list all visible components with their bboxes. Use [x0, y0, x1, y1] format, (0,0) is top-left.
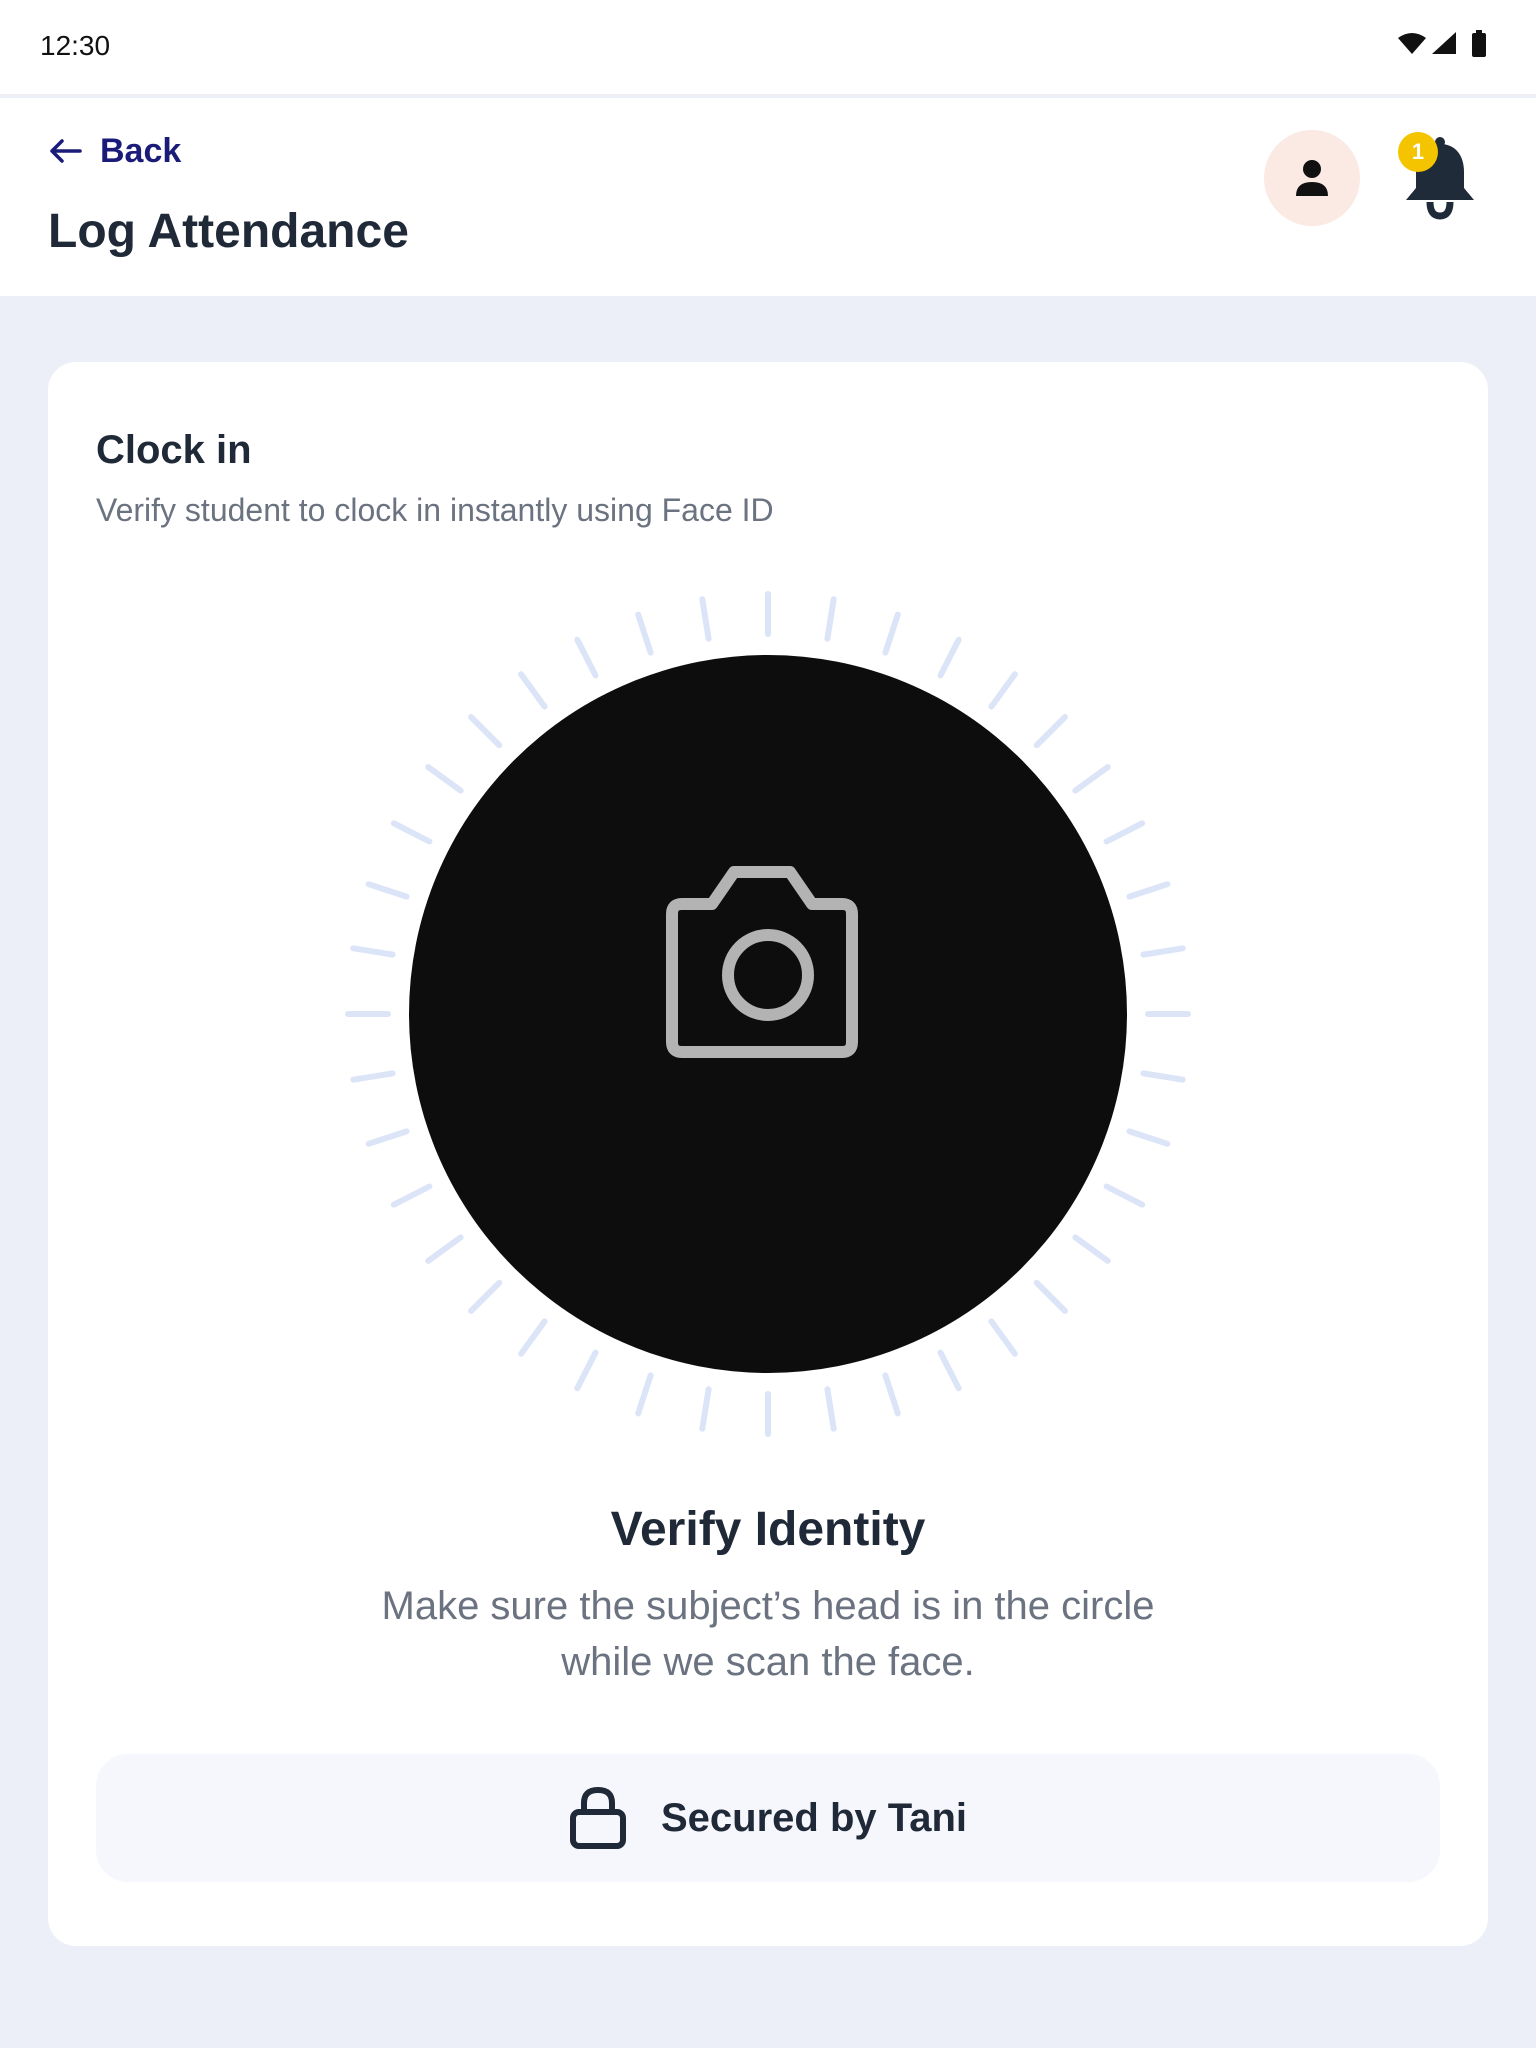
back-label: Back: [100, 131, 182, 170]
scan-tick: [1126, 881, 1171, 900]
secured-banner: Secured by Tani: [96, 1754, 1440, 1882]
battery-icon: [1472, 33, 1486, 57]
scan-tick: [1033, 714, 1068, 749]
arrow-left-icon: [50, 139, 82, 163]
scan-tick: [468, 714, 503, 749]
notification-badge: 1: [1398, 132, 1438, 172]
verify-title: Verify Identity: [610, 1503, 926, 1556]
scan-tick: [635, 1372, 654, 1417]
scan-tick: [390, 1183, 433, 1208]
scan-tick: [1072, 764, 1111, 794]
scan-tick: [350, 1070, 396, 1083]
scan-tick: [1140, 945, 1186, 958]
scan-tick: [824, 1386, 837, 1432]
scan-tick: [824, 596, 837, 642]
scan-tick: [988, 1318, 1018, 1357]
app-header: Back Log Attendance 1: [0, 98, 1536, 296]
scan-tick: [518, 1318, 548, 1357]
scan-tick: [468, 1279, 503, 1314]
card-title: Clock in: [96, 428, 252, 472]
status-time: 12:30: [40, 30, 111, 61]
scan-tick: [350, 945, 396, 958]
status-bar: 12:30: [0, 0, 1536, 96]
user-icon: [1296, 160, 1328, 196]
verify-description: Make sure the subject’s head is in the c…: [381, 1584, 1155, 1684]
scan-tick: [1126, 1128, 1171, 1147]
scan-tick: [425, 764, 464, 794]
secured-label: Secured by Tani: [660, 1795, 967, 1840]
scan-tick: [1140, 1070, 1186, 1083]
scan-tick: [699, 1386, 712, 1432]
scan-tick: [365, 1128, 410, 1147]
scan-tick: [635, 611, 654, 656]
scan-tick: [882, 611, 901, 656]
scan-tick: [1072, 1234, 1111, 1264]
wifi-icon: [1398, 33, 1426, 54]
scan-tick: [699, 596, 712, 642]
scan-tick: [1033, 1279, 1068, 1314]
face-scanner: [345, 591, 1191, 1437]
scan-tick: [882, 1372, 901, 1417]
scan-tick: [937, 1349, 962, 1392]
clock-in-card: Clock in Verify student to clock in inst…: [48, 362, 1488, 1946]
signal-icon: [1432, 32, 1456, 54]
profile-avatar-button[interactable]: [1264, 130, 1360, 226]
scan-tick: [425, 1234, 464, 1264]
scan-tick: [937, 636, 962, 679]
back-button[interactable]: Back: [48, 128, 181, 174]
scan-tick: [574, 636, 599, 679]
scan-tick: [390, 820, 433, 845]
scan-tick: [1103, 1183, 1146, 1208]
scan-tick: [574, 1349, 599, 1392]
page-title: Log Attendance: [48, 205, 409, 258]
card-subtitle: Verify student to clock in instantly usi…: [96, 492, 774, 528]
scan-tick: [518, 671, 548, 710]
lock-icon: [569, 1786, 626, 1849]
scan-tick: [988, 671, 1018, 710]
scan-tick: [365, 881, 410, 900]
status-icons: [1398, 30, 1486, 57]
scan-tick: [1103, 820, 1146, 845]
